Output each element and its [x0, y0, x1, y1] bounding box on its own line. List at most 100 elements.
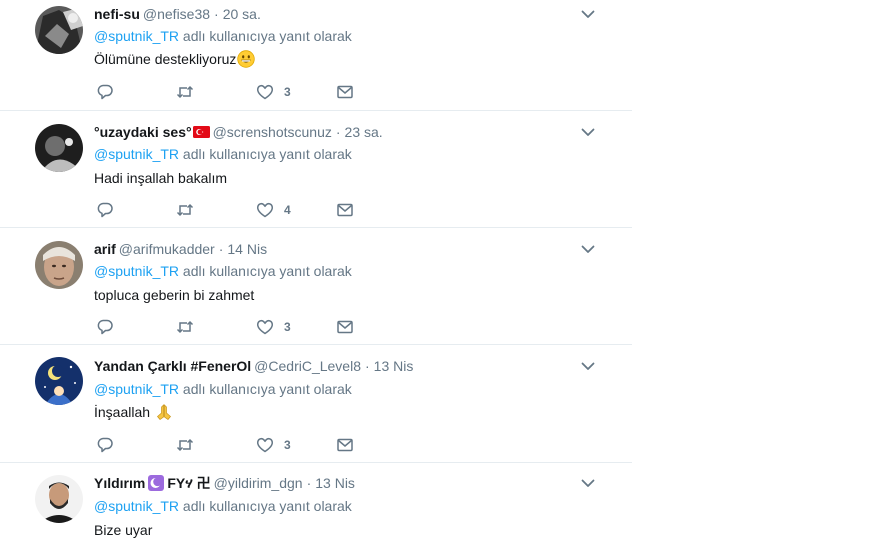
- heart-icon: [256, 84, 274, 100]
- tweet-text-content: Ölümüne destekliyoruz: [94, 51, 237, 67]
- tweet-item[interactable]: Yıldırım FYሃ 卍 @yildirim_dgn · 13 Nis @sputn…: [0, 463, 632, 554]
- chevron-down-icon[interactable]: [580, 241, 596, 257]
- retweet-button[interactable]: [176, 435, 194, 455]
- reply-context-text: adlı kullanıcıya yanıt olarak: [179, 146, 352, 162]
- tweet-actions: 4: [96, 200, 396, 220]
- tweet-actions: 3: [96, 435, 396, 455]
- author-username[interactable]: @screnshotscunuz: [213, 124, 332, 140]
- reply-button[interactable]: [96, 82, 114, 102]
- chevron-down-icon[interactable]: [580, 124, 596, 140]
- tweet-timestamp[interactable]: 13 Nis: [374, 358, 414, 374]
- tweet-text: Hadi inşallah bakalım: [94, 169, 227, 187]
- reply-to-link[interactable]: @sputnik_TR: [94, 146, 179, 162]
- author-fullname[interactable]: Yıldırım: [94, 475, 145, 491]
- separator: ·: [218, 241, 224, 257]
- message-icon: [337, 203, 353, 217]
- like-count: 3: [284, 320, 291, 334]
- tweet-text: Ölümüne destekliyoruz: [94, 50, 256, 68]
- like-count: 3: [284, 438, 291, 452]
- message-icon: [337, 320, 353, 334]
- reply-context: @sputnik_TR adlı kullanıcıya yanıt olara…: [94, 145, 352, 163]
- direct-message-button[interactable]: [336, 435, 354, 455]
- heart-icon: [256, 437, 274, 453]
- author-username[interactable]: @CedriC_Level8: [254, 358, 361, 374]
- message-icon: [337, 85, 353, 99]
- direct-message-button[interactable]: [336, 317, 354, 337]
- author-fullname[interactable]: nefi-su: [94, 6, 140, 22]
- separator: ·: [365, 358, 370, 374]
- like-button[interactable]: 3: [256, 82, 291, 102]
- tweet-actions: 3: [96, 82, 396, 102]
- reply-to-link[interactable]: @sputnik_TR: [94, 381, 179, 397]
- folded-hands-emoji-icon: [156, 404, 171, 420]
- like-count: 3: [284, 85, 291, 99]
- tweet-timestamp[interactable]: 14 Nis: [227, 241, 267, 257]
- grinning-face-emoji-icon: [237, 50, 256, 68]
- tweet-timestamp[interactable]: 23 sa.: [345, 124, 383, 140]
- tweet-item[interactable]: °uzaydaki ses° @screnshotscunuz · 23 sa. @s…: [0, 111, 632, 228]
- separator: ·: [214, 6, 219, 22]
- tweet-stream: nefi-su @nefise38 · 20 sa. @sputnik_TR adlı…: [0, 0, 632, 554]
- tweet-text-content: İnşaallah: [94, 404, 151, 420]
- tweet-text-content: Bize uyar: [94, 522, 153, 538]
- reply-to-link[interactable]: @sputnik_TR: [94, 263, 179, 279]
- author-fullname[interactable]: arif: [94, 241, 116, 257]
- like-count: 4: [284, 203, 291, 217]
- retweet-button[interactable]: [176, 317, 194, 337]
- tweet-text: İnşaallah: [94, 403, 173, 421]
- avatar[interactable]: [35, 6, 83, 54]
- direct-message-button[interactable]: [336, 82, 354, 102]
- like-button[interactable]: 3: [256, 317, 291, 337]
- author-username[interactable]: @yildirim_dgn: [214, 475, 303, 491]
- author-fullname[interactable]: °uzaydaki ses°: [94, 124, 192, 140]
- reply-context: @sputnik_TR adlı kullanıcıya yanıt olara…: [94, 27, 352, 45]
- reply-context-text: adlı kullanıcıya yanıt olarak: [179, 28, 352, 44]
- chevron-down-icon[interactable]: [580, 6, 596, 22]
- retweet-icon: [176, 320, 194, 334]
- separator: ·: [306, 475, 312, 491]
- author-username[interactable]: @nefise38: [143, 6, 210, 22]
- tweet-text-content: Hadi inşallah bakalım: [94, 170, 228, 186]
- reply-to-link[interactable]: @sputnik_TR: [94, 498, 179, 514]
- author-fullname[interactable]: Yandan Çarklı #FenerOl: [94, 358, 251, 374]
- reply-button[interactable]: [96, 317, 114, 337]
- reply-context-text: adlı kullanıcıya yanıt olarak: [179, 263, 352, 279]
- reply-icon: [97, 437, 113, 453]
- retweet-icon: [176, 85, 194, 99]
- reply-icon: [97, 202, 113, 218]
- reply-context: @sputnik_TR adlı kullanıcıya yanıt olara…: [94, 380, 352, 398]
- reply-button[interactable]: [96, 200, 114, 220]
- reply-context: @sputnik_TR adlı kullanıcıya yanıt olara…: [94, 497, 352, 515]
- chevron-down-icon[interactable]: [580, 358, 596, 374]
- author-fullname-suffix[interactable]: FYሃ 卍: [167, 475, 210, 491]
- turkey-flag-icon: [192, 126, 210, 138]
- tweet-text: topluca geberin bi zahmet: [94, 286, 254, 304]
- avatar[interactable]: [35, 475, 83, 523]
- author-username[interactable]: @arifmukadder: [119, 241, 215, 257]
- like-button[interactable]: 4: [256, 200, 291, 220]
- heart-icon: [256, 319, 274, 335]
- reply-to-link[interactable]: @sputnik_TR: [94, 28, 179, 44]
- tweet-actions: 3: [96, 317, 396, 337]
- tweet-timestamp[interactable]: 13 Nis: [315, 475, 355, 491]
- reply-button[interactable]: [96, 435, 114, 455]
- retweet-button[interactable]: [176, 82, 194, 102]
- tweet-timestamp[interactable]: 20 sa.: [223, 6, 261, 22]
- crescent-moon-icon: [148, 475, 165, 491]
- tweet-item[interactable]: Yandan Çarklı #FenerOl @CedriC_Level8 · 13 …: [0, 345, 632, 463]
- retweet-button[interactable]: [176, 200, 194, 220]
- avatar[interactable]: [35, 124, 83, 172]
- avatar[interactable]: [35, 357, 83, 405]
- tweet-text-content: topluca geberin bi zahmet: [94, 287, 255, 303]
- heart-icon: [256, 202, 274, 218]
- reply-icon: [97, 319, 113, 335]
- retweet-icon: [176, 438, 194, 452]
- tweet-item[interactable]: arif @arifmukadder · 14 Nis @sputnik_TR adl…: [0, 228, 632, 345]
- chevron-down-icon[interactable]: [580, 475, 596, 491]
- avatar[interactable]: [35, 241, 83, 289]
- reply-icon: [97, 84, 113, 100]
- tweet-item[interactable]: nefi-su @nefise38 · 20 sa. @sputnik_TR adlı…: [0, 0, 632, 111]
- direct-message-button[interactable]: [336, 200, 354, 220]
- like-button[interactable]: 3: [256, 435, 291, 455]
- reply-context-text: adlı kullanıcıya yanıt olarak: [179, 381, 352, 397]
